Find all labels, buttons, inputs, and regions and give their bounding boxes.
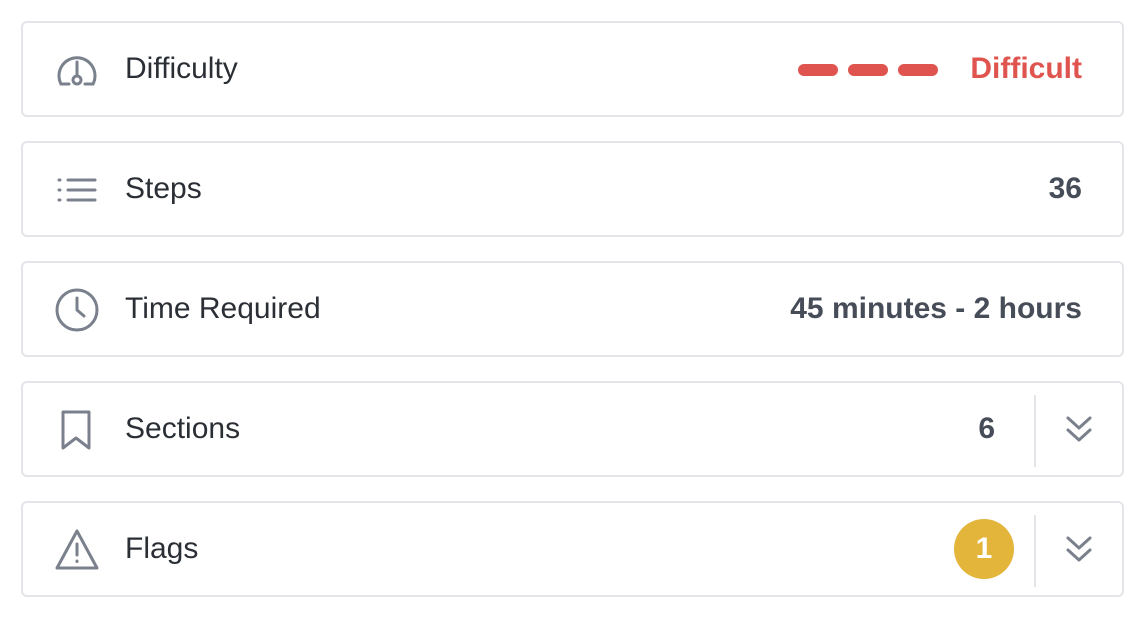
- flags-label: Flags: [125, 532, 199, 565]
- sections-expand-button[interactable]: [1036, 383, 1122, 475]
- flags-count-badge: 1: [954, 519, 1014, 579]
- difficulty-dash: [898, 64, 938, 76]
- chevron-double-down-icon: [1061, 411, 1097, 447]
- flags-expand-button[interactable]: [1036, 503, 1122, 595]
- time-required-value: 45 minutes - 2 hours: [790, 292, 1082, 325]
- sections-row: Sections 6: [21, 381, 1124, 477]
- chevron-double-down-icon: [1061, 531, 1097, 567]
- time-required-row: Time Required 45 minutes - 2 hours: [21, 261, 1124, 357]
- gauge-icon: [53, 46, 101, 94]
- difficulty-row: Difficulty Difficult: [21, 21, 1124, 117]
- difficulty-label: Difficulty: [125, 52, 238, 85]
- difficulty-dash: [848, 64, 888, 76]
- steps-row: Steps 36: [21, 141, 1124, 237]
- sections-label: Sections: [125, 412, 241, 445]
- flags-row: Flags 1: [21, 501, 1124, 597]
- steps-label: Steps: [125, 172, 202, 205]
- sections-count: 6: [978, 412, 995, 445]
- difficulty-value: Difficult: [970, 52, 1082, 85]
- difficulty-dash: [798, 64, 838, 76]
- clock-icon: [53, 286, 101, 334]
- bookmark-icon: [53, 406, 101, 454]
- time-required-label: Time Required: [125, 292, 321, 325]
- warning-icon: [53, 526, 101, 574]
- difficulty-meter: [798, 64, 938, 76]
- steps-value: 36: [1048, 172, 1082, 205]
- list-icon: [53, 166, 101, 214]
